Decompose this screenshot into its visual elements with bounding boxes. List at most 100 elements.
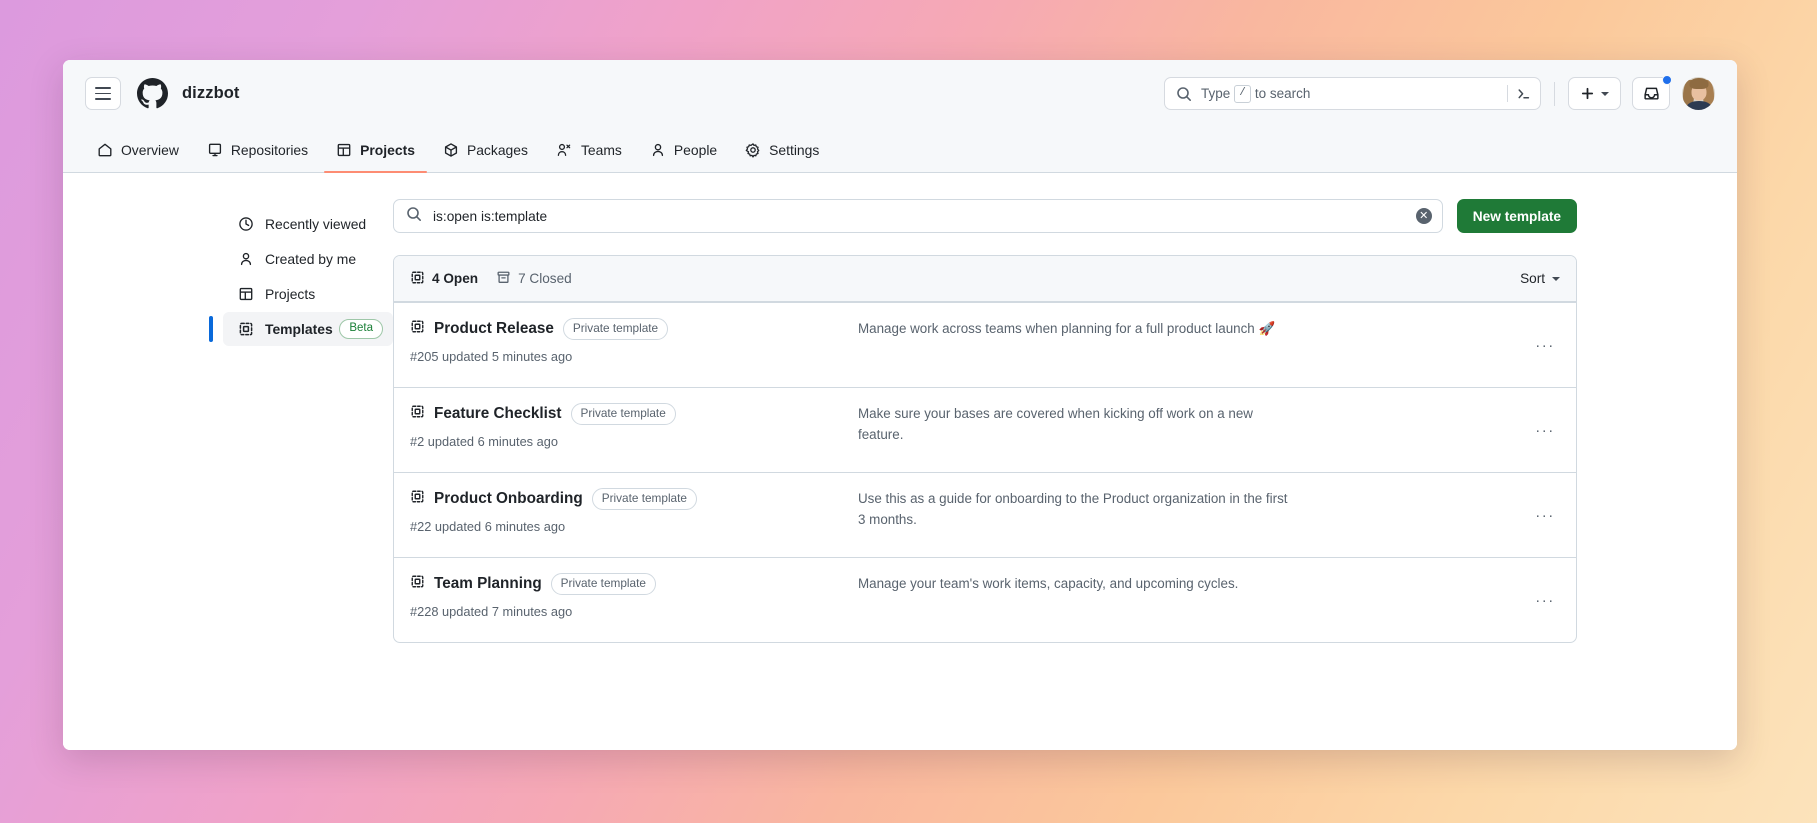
template-title[interactable]: Team Planning xyxy=(434,575,542,593)
visibility-badge: Private template xyxy=(562,318,669,340)
clear-x-icon[interactable]: ✕ xyxy=(1415,208,1432,224)
table-row[interactable]: Feature Checklist Private template #2 up… xyxy=(394,387,1576,472)
unread-indicator-dot xyxy=(1662,75,1672,85)
slash-key-hint: / xyxy=(1234,84,1251,103)
tab-label: People xyxy=(673,141,718,158)
plus-icon xyxy=(1581,87,1594,100)
beta-badge: Beta xyxy=(339,318,383,340)
sidebar-item-recently-viewed[interactable]: Recently viewed xyxy=(223,207,393,241)
template-icon xyxy=(410,319,425,339)
person-icon xyxy=(652,143,663,156)
sort-button[interactable]: Sort xyxy=(1520,271,1560,286)
project-table-icon xyxy=(337,143,351,156)
closed-count-label: 7 Closed xyxy=(518,271,572,286)
tab-label: Repositories xyxy=(230,141,309,158)
tab-label: Settings xyxy=(769,141,820,158)
tab-settings[interactable]: Settings xyxy=(733,127,831,172)
repo-icon xyxy=(208,143,221,156)
gear-icon xyxy=(745,142,760,158)
page-body: Recently viewed Created by me Projects T… xyxy=(63,173,1737,750)
hamburger-icon[interactable] xyxy=(85,77,121,110)
tab-teams[interactable]: Teams xyxy=(544,127,634,172)
archive-icon xyxy=(496,270,511,288)
template-icon xyxy=(410,404,425,424)
open-count-label: 4 Open xyxy=(432,271,479,286)
templates-list-card: 4 Open 7 Closed Sort Product Release Pri… xyxy=(393,255,1577,643)
template-description: Use this as a guide for onboarding to th… xyxy=(858,491,1288,527)
row-overflow-menu-icon[interactable]: ··· xyxy=(1530,417,1560,443)
row-title-line: Product Onboarding Private template xyxy=(410,488,858,510)
search-icon xyxy=(1176,86,1192,102)
sidebar-item-created-by-me[interactable]: Created by me xyxy=(223,242,393,276)
closed-count-filter[interactable]: 7 Closed xyxy=(496,270,572,288)
sort-label: Sort xyxy=(1520,271,1545,286)
row-overflow-menu-icon[interactable]: ··· xyxy=(1530,587,1560,613)
create-new-button[interactable] xyxy=(1568,77,1621,110)
row-primary: Product Release Private template #205 up… xyxy=(410,317,858,364)
row-title-line: Team Planning Private template xyxy=(410,573,858,595)
table-row[interactable]: Product Release Private template #205 up… xyxy=(394,302,1576,387)
new-template-button[interactable]: New template xyxy=(1456,199,1577,233)
templates-main: is:open is:template ✕ New template 4 Ope… xyxy=(393,199,1737,750)
people-icon xyxy=(557,143,571,156)
row-overflow-menu-icon[interactable]: ··· xyxy=(1530,332,1560,358)
table-row[interactable]: Product Onboarding Private template #22 … xyxy=(394,472,1576,557)
search-placeholder-suffix: to search xyxy=(1254,86,1311,101)
visibility-badge: Private template xyxy=(570,403,676,425)
tab-repositories[interactable]: Repositories xyxy=(195,127,320,172)
search-icon xyxy=(406,206,422,227)
visibility-badge: Private template xyxy=(591,488,697,510)
row-title-line: Feature Checklist Private template xyxy=(410,403,858,425)
avatar[interactable] xyxy=(1682,77,1715,110)
notifications-inbox-button[interactable] xyxy=(1632,75,1672,110)
projects-sidebar: Recently viewed Created by me Projects T… xyxy=(63,199,393,750)
filter-row: is:open is:template ✕ New template xyxy=(393,199,1577,233)
clock-icon xyxy=(237,216,254,232)
github-mark-icon[interactable] xyxy=(137,78,168,109)
global-header: dizzbot Type / to search xyxy=(63,60,1737,127)
sidebar-item-templates[interactable]: Templates Beta xyxy=(209,312,393,346)
chevron-down-icon xyxy=(1552,276,1560,281)
templates-list-header: 4 Open 7 Closed Sort xyxy=(394,256,1576,302)
person-icon xyxy=(237,251,254,267)
org-nav-tabs: Overview Repositories Projects Packages … xyxy=(63,127,1737,173)
row-meta: #2 updated 6 minutes ago xyxy=(410,433,558,449)
template-title[interactable]: Product Release xyxy=(434,320,554,338)
tab-people[interactable]: People xyxy=(638,127,729,172)
tab-packages[interactable]: Packages xyxy=(431,127,540,172)
row-title-line: Product Release Private template xyxy=(410,318,858,340)
row-primary: Team Planning Private template #228 upda… xyxy=(410,572,858,619)
header-right-controls: Type / to search xyxy=(1164,75,1715,110)
tab-label: Overview xyxy=(121,141,179,158)
template-title[interactable]: Product Onboarding xyxy=(434,490,583,508)
search-placeholder: Type / to search xyxy=(1201,84,1311,103)
search-placeholder-prefix: Type xyxy=(1201,86,1231,101)
sidebar-item-label: Projects xyxy=(265,286,316,302)
filter-query-value: is:open is:template xyxy=(433,208,548,224)
visibility-badge: Private template xyxy=(550,573,656,595)
search-input[interactable]: Type / to search xyxy=(1164,77,1541,110)
sidebar-item-label: Templates xyxy=(265,321,333,337)
tab-overview[interactable]: Overview xyxy=(85,127,191,172)
sidebar-item-label: Created by me xyxy=(265,251,357,267)
terminal-icon[interactable] xyxy=(1507,85,1532,102)
row-meta: #228 updated 7 minutes ago xyxy=(410,603,573,619)
template-description: Make sure your bases are covered when ki… xyxy=(858,406,1253,442)
row-meta: #205 updated 5 minutes ago xyxy=(410,348,573,364)
filter-search-input[interactable]: is:open is:template ✕ xyxy=(393,199,1443,233)
row-meta: #22 updated 6 minutes ago xyxy=(410,518,566,534)
row-primary: Feature Checklist Private template #2 up… xyxy=(410,402,858,449)
row-primary: Product Onboarding Private template #22 … xyxy=(410,487,858,534)
open-count-filter[interactable]: 4 Open xyxy=(410,270,478,288)
row-overflow-menu-icon[interactable]: ··· xyxy=(1530,502,1560,528)
template-description: Manage work across teams when planning f… xyxy=(858,321,1276,336)
organization-name[interactable]: dizzbot xyxy=(182,84,240,103)
template-icon xyxy=(237,321,254,337)
tab-projects[interactable]: Projects xyxy=(324,127,427,173)
sidebar-item-projects[interactable]: Projects xyxy=(223,277,393,311)
table-row[interactable]: Team Planning Private template #228 upda… xyxy=(394,557,1576,642)
template-icon xyxy=(410,574,425,594)
template-title[interactable]: Feature Checklist xyxy=(434,405,562,423)
project-table-icon xyxy=(237,286,254,302)
tab-label: Packages xyxy=(466,141,528,158)
